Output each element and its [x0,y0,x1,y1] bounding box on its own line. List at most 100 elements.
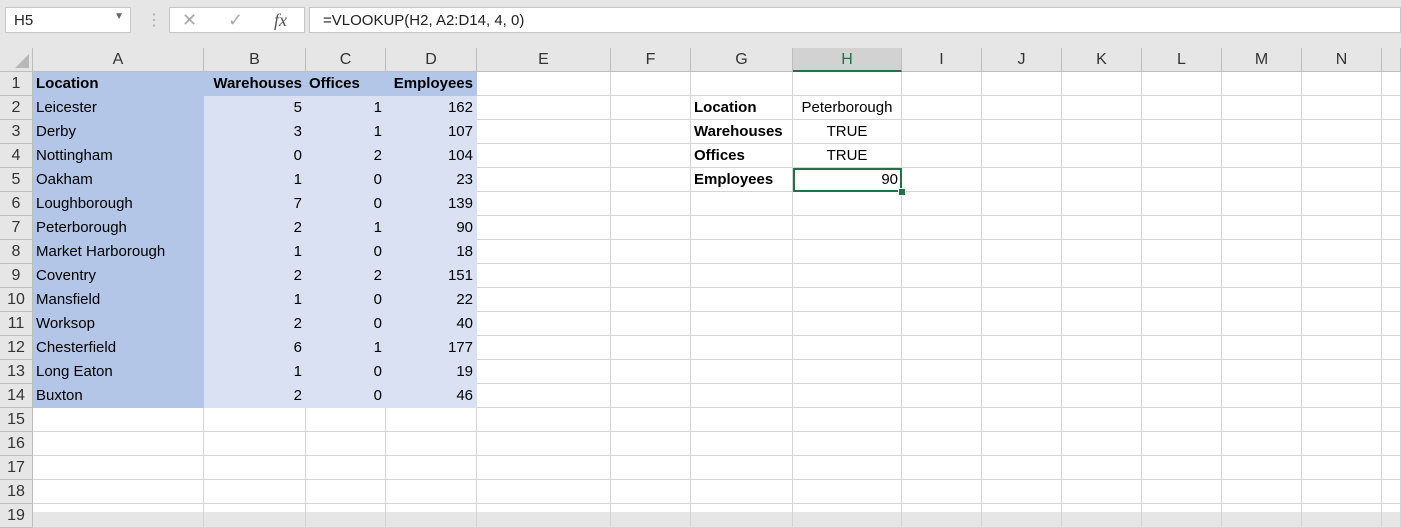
cell[interactable] [902,456,982,480]
table-cell[interactable]: Chesterfield [33,336,204,360]
table-cell[interactable]: 2 [204,264,306,288]
cell[interactable] [611,96,691,120]
row-header-1[interactable]: 1 [0,72,33,96]
cell[interactable] [982,456,1062,480]
table-cell[interactable]: 3 [204,120,306,144]
cell[interactable] [477,312,611,336]
cell[interactable] [793,360,902,384]
cell[interactable] [1222,360,1302,384]
column-header-F[interactable]: F [611,48,691,72]
cell[interactable] [1382,432,1401,456]
lookup-value[interactable]: Peterborough [793,96,902,120]
cell[interactable] [1302,120,1382,144]
cell[interactable] [691,432,793,456]
cell[interactable] [204,408,306,432]
cell[interactable] [1382,216,1401,240]
cell[interactable] [477,432,611,456]
cell[interactable] [902,480,982,504]
cell[interactable] [477,192,611,216]
select-all-button[interactable] [0,48,33,72]
row-header-7[interactable]: 7 [0,216,33,240]
cell[interactable] [1062,240,1142,264]
cell[interactable] [902,168,982,192]
cell[interactable] [1382,192,1401,216]
cell[interactable] [477,480,611,504]
table-cell[interactable]: Worksop [33,312,204,336]
column-header-B[interactable]: B [204,48,306,72]
table-cell[interactable]: 90 [386,216,477,240]
cell[interactable] [793,480,902,504]
cell[interactable] [1062,504,1142,528]
row-header-4[interactable]: 4 [0,144,33,168]
cell[interactable] [306,408,386,432]
cell[interactable] [982,504,1062,528]
column-header-I[interactable]: I [902,48,982,72]
cell[interactable] [902,312,982,336]
table-cell[interactable]: 2 [204,312,306,336]
lookup-label[interactable]: Warehouses [691,120,793,144]
cell[interactable] [611,192,691,216]
cell[interactable] [902,504,982,528]
cell[interactable] [611,168,691,192]
cell[interactable] [982,144,1062,168]
cell[interactable] [902,336,982,360]
cell[interactable] [1302,72,1382,96]
table-cell[interactable]: 1 [204,240,306,264]
cell[interactable] [982,96,1062,120]
formula-input[interactable]: =VLOOKUP(H2, A2:D14, 4, 0) [309,7,1401,33]
cell[interactable] [1142,336,1222,360]
cell[interactable] [902,240,982,264]
cell[interactable] [611,408,691,432]
cell[interactable] [691,360,793,384]
table-cell[interactable]: 139 [386,192,477,216]
cell[interactable] [793,408,902,432]
row-header-9[interactable]: 9 [0,264,33,288]
table-cell[interactable]: Leicester [33,96,204,120]
cell[interactable] [1142,216,1222,240]
cell[interactable] [1142,504,1222,528]
cell[interactable] [1382,120,1401,144]
cell[interactable] [982,360,1062,384]
cell[interactable] [1222,96,1302,120]
cell[interactable] [611,360,691,384]
cell[interactable] [982,336,1062,360]
cell[interactable] [386,408,477,432]
column-header-J[interactable]: J [982,48,1062,72]
column-header-K[interactable]: K [1062,48,1142,72]
cell[interactable] [1142,192,1222,216]
cell[interactable] [1302,96,1382,120]
cell[interactable] [477,504,611,528]
cell[interactable] [1302,336,1382,360]
cell[interactable] [1062,312,1142,336]
cell[interactable] [1302,312,1382,336]
cell[interactable] [982,384,1062,408]
cell[interactable] [1142,456,1222,480]
cell[interactable] [902,96,982,120]
cell[interactable] [33,504,204,528]
table-cell[interactable]: 1 [306,120,386,144]
cell[interactable] [1302,192,1382,216]
name-box[interactable]: H5 ▼ [5,7,131,33]
column-header-N[interactable]: N [1302,48,1382,72]
table-cell[interactable]: 18 [386,240,477,264]
cell[interactable] [1382,408,1401,432]
cell[interactable] [1302,480,1382,504]
cell[interactable] [1382,288,1401,312]
cell[interactable] [477,288,611,312]
lookup-label[interactable]: Employees [691,168,793,192]
table-cell[interactable]: 2 [204,384,306,408]
cell[interactable] [477,360,611,384]
cell[interactable] [1142,480,1222,504]
cell[interactable] [982,192,1062,216]
cell[interactable] [1142,168,1222,192]
table-cell[interactable]: 23 [386,168,477,192]
cell[interactable] [611,432,691,456]
cell[interactable] [1302,240,1382,264]
cell[interactable] [1142,384,1222,408]
cell[interactable] [1222,120,1302,144]
cell[interactable] [1062,72,1142,96]
cell[interactable] [1222,408,1302,432]
table-cell[interactable]: 104 [386,144,477,168]
cell[interactable] [902,144,982,168]
cell[interactable] [611,336,691,360]
